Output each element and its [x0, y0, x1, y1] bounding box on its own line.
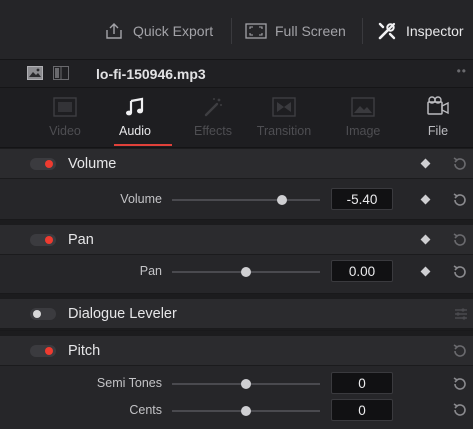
tab-audio-label: Audio: [119, 124, 151, 138]
file-name: lo-fi-150946.mp3: [96, 66, 206, 82]
keyframe-diamond-icon[interactable]: [420, 234, 431, 245]
tab-file-label: File: [427, 124, 449, 138]
inspector-button[interactable]: Inspector: [376, 18, 464, 44]
pan-value-field[interactable]: 0.00: [331, 260, 393, 282]
cents-value-field[interactable]: 0: [331, 399, 393, 421]
transition-icon: [270, 96, 298, 118]
pan-section: Pan Pan 0.00: [0, 225, 473, 293]
tab-image[interactable]: Image: [328, 96, 398, 144]
dialogue-leveler-section: Dialogue Leveler: [0, 299, 473, 329]
tab-video-label: Video: [49, 124, 81, 138]
pitch-section: Pitch Semi Tones 0 Cents 0: [0, 336, 473, 429]
dialogue-leveler-title: Dialogue Leveler: [68, 306, 177, 322]
reset-icon[interactable]: [452, 156, 468, 172]
volume-slider-handle[interactable]: [276, 195, 287, 205]
section-divider: [0, 330, 473, 331]
tab-effects[interactable]: Effects: [178, 96, 248, 144]
volume-slider-track[interactable]: [172, 199, 320, 201]
file-bar: lo-fi-150946.mp3 ••: [0, 60, 473, 88]
tab-image-label: Image: [345, 124, 381, 138]
pitch-header: Pitch: [0, 336, 473, 366]
pitch-enable-toggle[interactable]: [30, 345, 56, 357]
pan-param-label: Pan: [139, 264, 162, 278]
pitch-title: Pitch: [68, 343, 101, 359]
dialogue-leveler-header: Dialogue Leveler: [0, 299, 473, 329]
keyframe-diamond-icon[interactable]: [420, 158, 431, 169]
reset-icon[interactable]: [452, 232, 468, 248]
tab-file[interactable]: File: [403, 96, 473, 144]
split-view-icon[interactable]: [53, 66, 69, 80]
volume-section: Volume Volume -5.40: [0, 149, 473, 219]
full-screen-button[interactable]: Full Screen: [245, 18, 346, 44]
reset-icon[interactable]: [452, 343, 468, 359]
tab-audio[interactable]: Audio: [100, 96, 170, 144]
toolbar-divider: [362, 18, 363, 44]
tab-transition[interactable]: Transition: [249, 96, 319, 144]
quick-export-label: Quick Export: [133, 23, 214, 39]
cents-label: Cents: [129, 403, 162, 417]
section-divider: [0, 219, 473, 220]
section-divider: [0, 293, 473, 294]
pan-header: Pan: [0, 225, 473, 255]
semi-tones-label: Semi Tones: [96, 376, 162, 390]
magic-wand-icon: [199, 96, 227, 118]
dialogue-leveler-toggle[interactable]: [30, 308, 56, 320]
more-options-icon[interactable]: ••: [457, 64, 467, 78]
semi-tones-value-field[interactable]: 0: [331, 372, 393, 394]
inspector-tabs: Video Audio Effects Transition Image Fil…: [0, 88, 473, 148]
volume-param-label: Volume: [120, 192, 162, 206]
tab-effects-label: Effects: [194, 124, 232, 138]
image-thumbnail-icon[interactable]: [27, 66, 43, 80]
music-note-icon: [121, 96, 149, 118]
semi-tones-slider-handle[interactable]: [241, 379, 251, 389]
tab-transition-label: Transition: [256, 124, 312, 138]
full-screen-label: Full Screen: [275, 23, 346, 39]
export-icon: [103, 21, 125, 41]
full-screen-icon: [245, 21, 267, 41]
volume-value-field[interactable]: -5.40: [331, 188, 393, 210]
toolbar-divider: [231, 18, 232, 44]
active-tab-indicator: [114, 144, 172, 146]
tools-icon: [376, 21, 398, 41]
volume-header: Volume: [0, 149, 473, 179]
keyframe-diamond-icon[interactable]: [420, 194, 431, 205]
film-reel-icon: [424, 96, 452, 118]
inspector-label: Inspector: [406, 23, 464, 39]
volume-title: Volume: [68, 156, 117, 172]
reset-icon[interactable]: [452, 192, 468, 208]
keyframe-diamond-icon[interactable]: [420, 266, 431, 277]
top-toolbar: Quick Export Full Screen Inspector: [0, 0, 473, 60]
pan-title: Pan: [68, 232, 94, 248]
tab-video[interactable]: Video: [30, 96, 100, 144]
settings-sliders-icon[interactable]: [453, 306, 469, 322]
pan-enable-toggle[interactable]: [30, 234, 56, 246]
volume-enable-toggle[interactable]: [30, 158, 56, 170]
video-icon: [51, 96, 79, 118]
quick-export-button[interactable]: Quick Export: [103, 18, 213, 44]
image-icon: [349, 96, 377, 118]
pan-slider-handle[interactable]: [241, 267, 251, 277]
reset-icon[interactable]: [452, 402, 468, 418]
cents-slider-handle[interactable]: [241, 406, 251, 416]
reset-icon[interactable]: [452, 264, 468, 280]
reset-icon[interactable]: [452, 376, 468, 392]
